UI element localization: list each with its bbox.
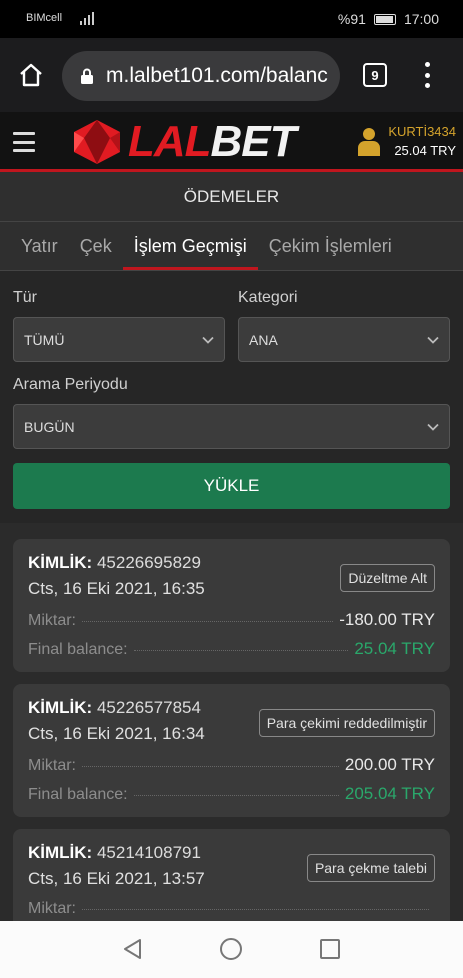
payment-tabs: Yatır Çek İşlem Geçmişi Çekim İşlemleri [0,222,463,271]
filter-panel: Tür TÜMÜ Kategori ANA Arama Periyodu BUG… [0,271,463,523]
transaction-date: Cts, 16 Eki 2021, 16:34 [28,724,205,743]
final-balance-row: Final balance: 25.04 TRY [28,639,435,658]
user-icon [358,128,381,156]
category-value: ANA [249,331,278,348]
transaction-card: KİMLİK: 45226577854 Cts, 16 Eki 2021, 16… [13,684,450,817]
amount-row: Miktar: 200.00 TRY [28,755,435,774]
battery-percent: %91 [337,11,366,27]
url-text: m.lalbet101.com/balanc [106,64,328,87]
tabs-icon[interactable]: 9 [363,63,387,87]
lock-icon [81,68,93,84]
tab-withdrawals[interactable]: Çekim İşlemleri [258,222,403,270]
payments-page: ÖDEMELER Yatır Çek İşlem Geçmişi Çekim İ… [0,172,463,921]
category-select[interactable]: ANA [238,317,450,362]
back-icon[interactable] [122,938,142,960]
hamburger-icon[interactable] [13,132,35,152]
transaction-date: Cts, 16 Eki 2021, 13:57 [28,869,205,888]
status-bar: BIMcell %91 17:00 [0,0,463,38]
logo-text: LALBET [128,117,297,166]
more-icon[interactable] [424,62,430,88]
amount-row: Miktar: [28,900,435,918]
amount-value: 200.00 TRY [344,755,435,774]
final-balance-value: 205.04 TRY [344,784,435,803]
chevron-down-icon [202,336,214,344]
site-header: LALBET KURTİ3434 25.04 TRY [0,112,463,172]
transaction-card: KİMLİK: 45214108791 Cts, 16 Eki 2021, 13… [13,829,450,921]
battery-icon [373,13,396,25]
chevron-down-icon [427,423,439,431]
status-badge: Para çekme talebi [306,854,435,882]
status-badge: Para çekimi reddedilmiştir [258,709,435,737]
clock: 17:00 [403,11,439,27]
tab-withdraw[interactable]: Çek [69,222,123,270]
amount-value: -180.00 TRY [339,610,435,629]
site-logo[interactable]: LALBET [70,117,297,166]
period-select[interactable]: BUGÜN [13,404,450,449]
period-value: BUGÜN [24,418,75,435]
type-select[interactable]: TÜMÜ [13,317,225,362]
chevron-down-icon [427,336,439,344]
username: KURTİ3434 [388,124,456,139]
user-balance: 25.04 TRY [394,143,456,158]
transaction-id: KİMLİK: 45226577854 [28,698,201,717]
load-button[interactable]: YÜKLE [13,463,450,509]
user-panel[interactable]: KURTİ3434 25.04 TRY [358,124,456,158]
carrier: BIMcell [26,12,63,24]
android-nav-bar [0,921,463,978]
signal-icon [80,11,94,25]
address-bar[interactable]: m.lalbet101.com/balanc [62,51,340,101]
home-icon[interactable] [18,62,44,88]
amount-row: Miktar: -180.00 TRY [28,610,435,629]
type-value: TÜMÜ [24,331,65,348]
type-label: Tür [13,289,37,306]
browser-toolbar: m.lalbet101.com/balanc 9 [0,38,463,112]
transaction-list: KİMLİK: 45226695829 Cts, 16 Eki 2021, 16… [0,523,463,921]
status-badge: Düzeltme Alt [340,564,435,592]
transaction-date: Cts, 16 Eki 2021, 16:35 [28,579,205,598]
circle-home-icon[interactable] [220,938,242,960]
period-label: Arama Periyodu [13,376,128,393]
page-title: ÖDEMELER [0,172,463,222]
final-balance-row: Final balance: 205.04 TRY [28,784,435,803]
transaction-card: KİMLİK: 45226695829 Cts, 16 Eki 2021, 16… [13,539,450,672]
transaction-id: KİMLİK: 45226695829 [28,553,201,572]
transaction-id: KİMLİK: 45214108791 [28,843,201,862]
recent-apps-icon[interactable] [320,939,340,959]
final-balance-value: 25.04 TRY [354,639,435,658]
tab-deposit[interactable]: Yatır [0,222,69,270]
category-label: Kategori [238,289,298,306]
tab-transaction-history[interactable]: İşlem Geçmişi [122,222,258,270]
logo-icon [74,120,120,164]
